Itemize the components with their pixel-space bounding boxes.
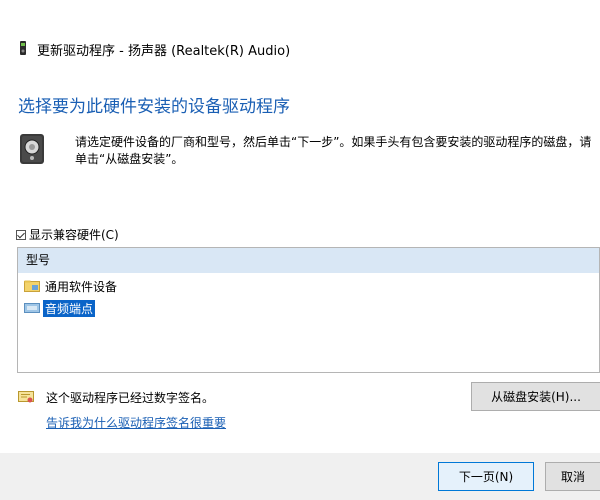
- signature-text: 这个驱动程序已经过数字签名。: [46, 391, 215, 405]
- instructions-text: 请选定硬件设备的厂商和型号，然后单击“下一步”。如果手头有包含要安装的驱动程序的…: [75, 135, 592, 166]
- window-title: 更新驱动程序 - 扬声器 (Realtek(R) Audio): [37, 44, 291, 59]
- signature-status: 这个驱动程序已经过数字签名。: [18, 389, 214, 406]
- page-title: 选择要为此硬件安装的设备驱动程序: [18, 97, 290, 117]
- next-button[interactable]: 下一页(N): [438, 462, 534, 491]
- list-item[interactable]: 通用软件设备: [24, 277, 119, 295]
- audio-device-icon: [24, 302, 40, 314]
- list-item-label: 通用软件设备: [45, 279, 118, 294]
- certificate-icon: [18, 391, 34, 404]
- list-column-header[interactable]: 型号: [18, 248, 599, 273]
- device-icon: [19, 40, 27, 56]
- show-compatible-hardware-label: 显示兼容硬件(C): [29, 228, 119, 242]
- list-item-selected[interactable]: 音频端点: [24, 299, 96, 317]
- speaker-icon: [19, 133, 45, 165]
- list-item-label: 音频端点: [43, 299, 96, 317]
- model-list[interactable]: 型号 通用软件设备 音频端点: [17, 247, 600, 373]
- folder-device-icon: [24, 280, 40, 292]
- show-compatible-hardware-checkbox[interactable]: 显示兼容硬件(C): [16, 226, 119, 243]
- cancel-button[interactable]: 取消: [545, 462, 600, 491]
- checkbox-checked-icon[interactable]: [16, 229, 26, 240]
- title-bar: 更新驱动程序 - 扬声器 (Realtek(R) Audio): [0, 0, 600, 88]
- have-disk-button[interactable]: 从磁盘安装(H)...: [471, 382, 600, 411]
- driver-signing-info-link[interactable]: 告诉我为什么驱动程序签名很重要: [46, 414, 226, 431]
